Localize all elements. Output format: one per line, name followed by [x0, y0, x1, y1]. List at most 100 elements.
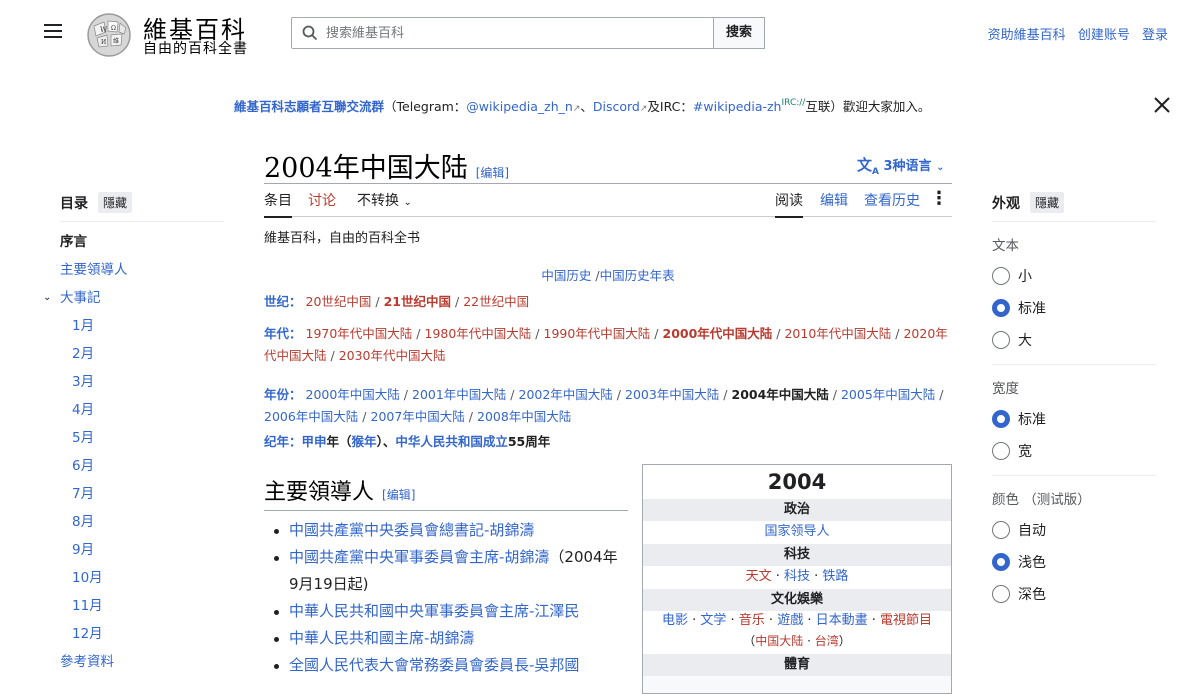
tab-read[interactable]: 阅读 — [775, 190, 803, 218]
toc-item-jun[interactable]: 6月 — [60, 452, 224, 480]
toc-item-nov[interactable]: 11月 — [60, 592, 224, 620]
discord-link[interactable]: Discord — [593, 99, 640, 114]
leader-link[interactable]: 中國共產黨中央委員會總書記-胡錦濤 — [289, 521, 534, 539]
text-size-small[interactable]: 小 — [992, 260, 1156, 292]
radio-button[interactable] — [992, 267, 1010, 285]
astronomy-link[interactable]: 天文 — [746, 569, 772, 584]
tv-taiwan-link[interactable]: 台湾 — [815, 634, 839, 648]
music-link[interactable]: 音乐 — [739, 613, 765, 628]
leaders-link[interactable]: 国家领导人 — [764, 524, 829, 539]
toc-item-dec[interactable]: 12月 — [60, 620, 224, 648]
tab-article[interactable]: 条目 — [264, 190, 292, 218]
monkey-year-link[interactable]: 猴年 — [352, 434, 377, 449]
decade-link[interactable]: 1990年代中国大陆 — [544, 326, 651, 341]
login-link[interactable]: 登录 — [1142, 28, 1168, 43]
close-icon[interactable] — [1153, 96, 1171, 114]
main-menu-icon[interactable] — [44, 24, 62, 38]
tab-variant[interactable]: 不转换 ⌄ — [357, 190, 412, 216]
year-link[interactable]: 2006年中国大陆 — [264, 409, 358, 424]
title-edit-text[interactable]: [编辑] — [476, 166, 509, 180]
century-current[interactable]: 21世纪中国 — [384, 294, 451, 309]
history-link[interactable]: 中国历史 — [541, 268, 591, 283]
anime-link[interactable]: 日本動畫 — [816, 613, 868, 628]
irc-link[interactable]: #wikipedia-zh — [693, 99, 782, 114]
decade-link[interactable]: 1980年代中国大陆 — [425, 326, 532, 341]
wikipedia-globe-logo[interactable]: W Ω И 维 — [84, 10, 134, 58]
color-auto[interactable]: 自动 — [992, 514, 1156, 546]
radio-button[interactable] — [992, 442, 1010, 460]
year-link[interactable]: 2002年中国大陆 — [519, 387, 613, 402]
history-table-link[interactable]: 中国历史年表 — [600, 268, 675, 283]
search-input[interactable] — [326, 24, 696, 42]
radio-button[interactable] — [992, 331, 1010, 349]
year-link[interactable]: 2000年中国大陆 — [306, 387, 400, 402]
decade-link[interactable]: 1970年代中国大陆 — [306, 326, 413, 341]
title-edit-link[interactable]: [编辑] — [476, 166, 509, 180]
width-standard[interactable]: 标准 — [992, 403, 1156, 435]
toc-item-jan[interactable]: 1月 — [60, 312, 224, 340]
create-account-link[interactable]: 创建账号 — [1078, 28, 1130, 43]
section-edit-link[interactable]: [编辑] — [382, 488, 415, 502]
tv-link[interactable]: 電視節目 — [880, 613, 932, 628]
tab-history[interactable]: 查看历史 — [864, 190, 920, 216]
year-link[interactable]: 2003年中国大陆 — [625, 387, 719, 402]
radio-button-selected[interactable] — [992, 299, 1010, 317]
text-size-standard[interactable]: 标准 — [992, 292, 1156, 324]
toc-item-sep[interactable]: 9月 — [60, 536, 224, 564]
literature-link[interactable]: 文学 — [700, 613, 726, 628]
toc-item-intro[interactable]: 序言 — [60, 228, 224, 256]
tech-link[interactable]: 科技 — [784, 569, 810, 584]
text-size-large[interactable]: 大 — [992, 324, 1156, 356]
century-link[interactable]: 22世纪中国 — [463, 294, 529, 309]
leader-link[interactable]: 全國人民代表大會常務委員會委員長-吳邦國 — [289, 656, 579, 674]
width-wide[interactable]: 宽 — [992, 435, 1156, 467]
tab-edit[interactable]: 编辑 — [820, 190, 848, 216]
toc-item-references[interactable]: 參考資料 — [60, 648, 224, 676]
radio-button[interactable] — [992, 521, 1010, 539]
decade-link[interactable]: 2010年代中国大陆 — [784, 326, 891, 341]
railway-link[interactable]: 铁路 — [822, 569, 848, 584]
prc-founding-link[interactable]: 中华人民共和国成立 — [395, 434, 508, 449]
notice-group-link[interactable]: 維基百科志願者互聯交流群 — [234, 99, 384, 114]
toc-item-events[interactable]: ⌄ 大事記 — [43, 284, 224, 312]
language-button[interactable]: 文A 3种语言 ⌄ — [857, 154, 944, 177]
tab-talk[interactable]: 讨论 — [308, 190, 336, 216]
tv-mainland-link[interactable]: 中国大陆 — [755, 634, 803, 648]
film-link[interactable]: 电影 — [662, 613, 688, 628]
jiashen-link[interactable]: 甲申 — [302, 434, 327, 449]
telegram-link[interactable]: @wikipedia_zh_n — [466, 99, 573, 114]
decade-link-2020-part1[interactable]: 2020年 — [903, 326, 947, 341]
year-link[interactable]: 2008年中国大陆 — [477, 409, 571, 424]
decade-link-2020-part2[interactable]: 代中国大陆 — [264, 348, 327, 363]
toc-item-may[interactable]: 5月 — [60, 424, 224, 452]
search-box[interactable] — [291, 17, 714, 49]
toc-item-jul[interactable]: 7月 — [60, 480, 224, 508]
color-light[interactable]: 浅色 — [992, 546, 1156, 578]
toc-item-aug[interactable]: 8月 — [60, 508, 224, 536]
donate-link[interactable]: 资助維基百科 — [988, 28, 1066, 43]
toc-item-leaders[interactable]: 主要領導人 — [60, 256, 224, 284]
appearance-hide-button[interactable]: 隱藏 — [1030, 192, 1065, 213]
more-options-icon[interactable]: ⋮ — [930, 190, 948, 208]
radio-button[interactable] — [992, 585, 1010, 603]
toc-hide-button[interactable]: 隱藏 — [98, 192, 133, 213]
year-link[interactable]: 2007年中国大陆 — [371, 409, 465, 424]
toc-item-feb[interactable]: 2月 — [60, 340, 224, 368]
section-edit-text[interactable]: [编辑] — [382, 488, 415, 502]
decade-link[interactable]: 2030年代中国大陆 — [339, 348, 446, 363]
leader-link[interactable]: 中國共產黨中央軍事委員會主席-胡錦濤 — [289, 548, 549, 566]
radio-button-selected[interactable] — [992, 553, 1010, 571]
toc-item-mar[interactable]: 3月 — [60, 368, 224, 396]
search-button[interactable]: 搜索 — [713, 17, 765, 49]
games-link[interactable]: 遊戲 — [777, 613, 803, 628]
year-link[interactable]: 2001年中国大陆 — [412, 387, 506, 402]
toc-item-oct[interactable]: 10月 — [60, 564, 224, 592]
chevron-down-icon[interactable]: ⌄ — [43, 284, 51, 312]
year-link[interactable]: 2005年中国大陆 — [841, 387, 935, 402]
toc-item-apr[interactable]: 4月 — [60, 396, 224, 424]
century-link[interactable]: 20世纪中国 — [306, 294, 372, 309]
leader-link[interactable]: 中華人民共和國中央軍事委員會主席-江澤民 — [289, 602, 579, 620]
color-dark[interactable]: 深色 — [992, 578, 1156, 610]
leader-link[interactable]: 中華人民共和國主席-胡錦濤 — [289, 629, 474, 647]
decade-current[interactable]: 2000年代中国大陆 — [663, 326, 773, 341]
